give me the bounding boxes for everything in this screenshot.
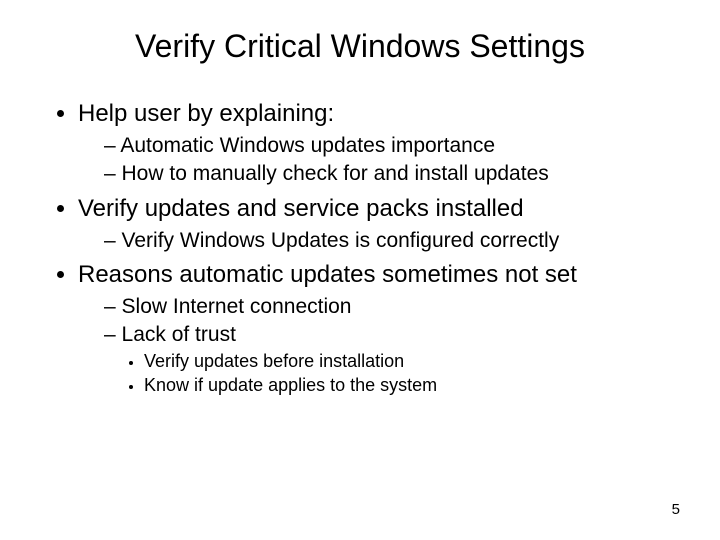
bullet-list: Help user by explaining: Automatic Windo… xyxy=(50,99,670,396)
sub-text: Verify Windows Updates is configured cor… xyxy=(122,229,560,252)
sub-sub-text: Verify updates before installation xyxy=(144,351,404,371)
slide: Verify Critical Windows Settings Help us… xyxy=(0,0,720,540)
sub-item: How to manually check for and install up… xyxy=(104,161,670,187)
bullet-item: Help user by explaining: Automatic Windo… xyxy=(78,99,670,188)
sub-item: Lack of trust Verify updates before inst… xyxy=(104,322,670,396)
sub-text: How to manually check for and install up… xyxy=(122,162,549,185)
sub-sub-text: Know if update applies to the system xyxy=(144,375,437,395)
sub-sub-list: Verify updates before installation Know … xyxy=(104,350,670,396)
bullet-text: Verify updates and service packs install… xyxy=(78,195,524,222)
bullet-text: Reasons automatic updates sometimes not … xyxy=(78,261,577,288)
sub-sub-item: Verify updates before installation xyxy=(144,350,670,373)
page-number: 5 xyxy=(672,501,680,518)
sub-list: Automatic Windows updates importance How… xyxy=(78,133,670,188)
sub-text: Lack of trust xyxy=(122,323,236,346)
sub-item: Automatic Windows updates importance xyxy=(104,133,670,159)
sub-list: Slow Internet connection Lack of trust V… xyxy=(78,294,670,397)
slide-title: Verify Critical Windows Settings xyxy=(50,28,670,65)
sub-item: Verify Windows Updates is configured cor… xyxy=(104,228,670,254)
sub-list: Verify Windows Updates is configured cor… xyxy=(78,228,670,254)
sub-item: Slow Internet connection xyxy=(104,294,670,320)
sub-sub-item: Know if update applies to the system xyxy=(144,374,670,397)
bullet-item: Reasons automatic updates sometimes not … xyxy=(78,260,670,397)
sub-text: Slow Internet connection xyxy=(122,295,352,318)
bullet-item: Verify updates and service packs install… xyxy=(78,194,670,254)
bullet-text: Help user by explaining: xyxy=(78,100,334,127)
sub-text: Automatic Windows updates importance xyxy=(120,134,495,157)
